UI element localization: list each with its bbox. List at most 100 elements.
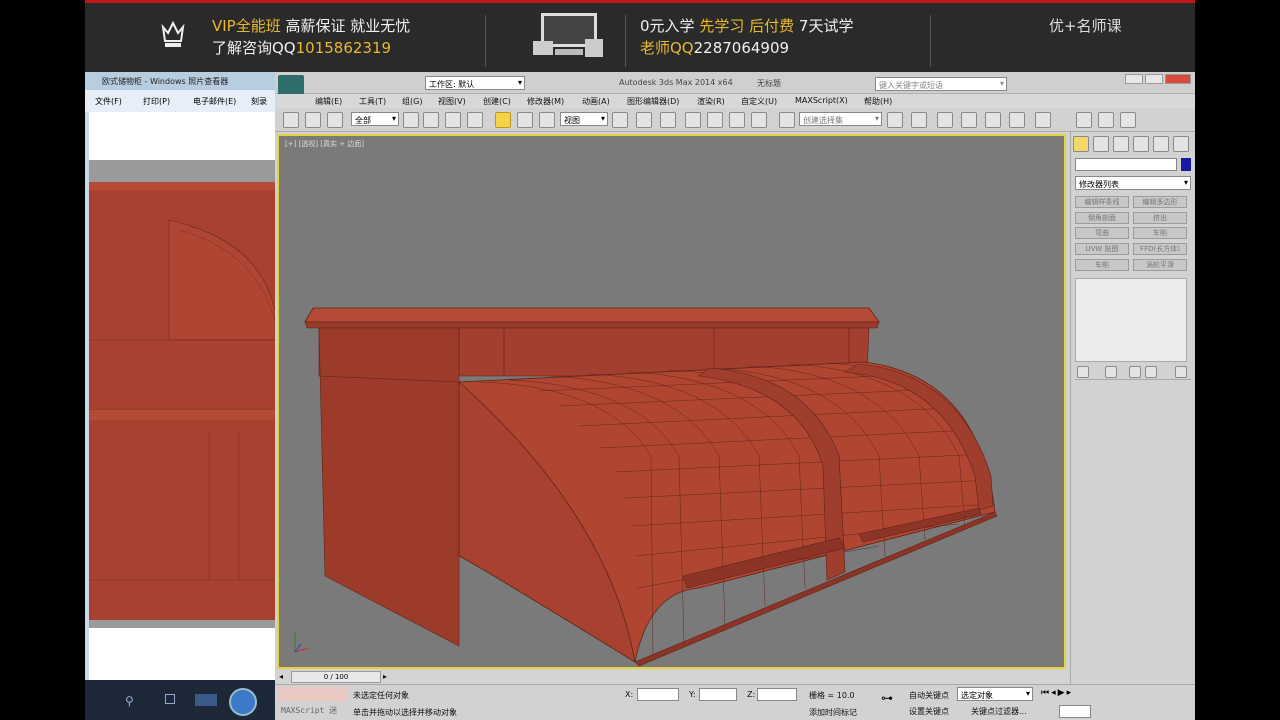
mod-uvw-map[interactable]: UVW 贴图 [1075, 243, 1129, 255]
window-crossing-icon[interactable] [467, 112, 483, 128]
viewer-menu-file[interactable]: 文件(F) [95, 96, 122, 107]
remove-modifier-icon[interactable] [1145, 366, 1157, 378]
viewport-label[interactable]: [+] [透视] [真实 + 边面] [285, 139, 364, 149]
mirror-icon[interactable] [887, 112, 903, 128]
next-frame-icon[interactable]: ▸ [1067, 688, 1074, 698]
menu-animation[interactable]: 动画(A) [582, 96, 610, 107]
key-mode-dropdown[interactable]: 选定对象 [957, 687, 1033, 701]
percent-snap-icon[interactable] [729, 112, 745, 128]
slideshow-button[interactable] [229, 688, 257, 716]
bind-spacewarp-icon[interactable] [327, 112, 343, 128]
mod-edit-spline[interactable]: 编辑样条线 [1075, 196, 1129, 208]
schematic-view-icon[interactable] [1009, 112, 1025, 128]
select-object-icon[interactable] [403, 112, 419, 128]
curve-editor-icon[interactable] [985, 112, 1001, 128]
goto-start-icon[interactable]: ⏮ [1041, 688, 1051, 698]
align-icon[interactable] [911, 112, 927, 128]
select-by-name-icon[interactable] [423, 112, 439, 128]
menu-edit[interactable]: 编辑(E) [315, 96, 342, 107]
snap-icon[interactable] [685, 112, 701, 128]
mod-extrude[interactable]: 挤出 [1133, 212, 1187, 224]
ribbon-icon[interactable] [961, 112, 977, 128]
mod-lathe[interactable]: 车削 [1133, 227, 1187, 239]
viewer-menu-burn[interactable]: 刻录 [251, 96, 267, 107]
create-tab-icon[interactable] [1073, 136, 1089, 152]
minimize-button[interactable] [1125, 74, 1143, 84]
set-key-button[interactable]: 设置关键点 [909, 706, 949, 717]
time-slider[interactable]: ◂ 0 / 100 ▸ [277, 670, 1066, 684]
link-icon[interactable] [283, 112, 299, 128]
motion-tab-icon[interactable] [1133, 136, 1149, 152]
menu-maxscript[interactable]: MAXScript(X) [795, 96, 848, 105]
unlink-icon[interactable] [305, 112, 321, 128]
angle-snap-icon[interactable] [707, 112, 723, 128]
time-next-icon[interactable]: ▸ [383, 672, 387, 681]
menu-group[interactable]: 组(G) [402, 96, 422, 107]
move-icon[interactable] [495, 112, 511, 128]
menu-views[interactable]: 视图(V) [438, 96, 466, 107]
key-icon[interactable]: ⊶ [881, 691, 901, 707]
spinner-snap-icon[interactable] [751, 112, 767, 128]
menu-create[interactable]: 创建(C) [483, 96, 511, 107]
mod-bevel-profile[interactable]: 倒角剖面 [1075, 212, 1129, 224]
z-field[interactable] [757, 688, 797, 701]
menu-rendering[interactable]: 渲染(R) [697, 96, 725, 107]
current-frame-field[interactable] [1059, 705, 1091, 718]
make-unique-icon[interactable] [1129, 366, 1141, 378]
search-input[interactable]: 键入关键字或短语 [875, 77, 1007, 91]
mod-turbosmooth[interactable]: 涡轮平滑 [1133, 259, 1187, 271]
pin-stack-icon[interactable] [1077, 366, 1089, 378]
prev-icon[interactable] [195, 694, 217, 706]
utilities-tab-icon[interactable] [1173, 136, 1189, 152]
modify-tab-icon[interactable] [1093, 136, 1109, 152]
scale-icon[interactable] [539, 112, 555, 128]
select-manipulate-icon[interactable] [636, 112, 652, 128]
reference-coord-dropdown[interactable]: 视图 [560, 112, 608, 126]
pivot-icon[interactable] [612, 112, 628, 128]
mod-ffd-box[interactable]: FFD(长方体) [1133, 243, 1187, 255]
configure-sets-icon[interactable] [1175, 366, 1187, 378]
menu-help[interactable]: 帮助(H) [864, 96, 892, 107]
perspective-viewport[interactable]: [+] [透视] [真实 + 边面] [277, 134, 1066, 669]
rendered-frame-icon[interactable] [1098, 112, 1114, 128]
fit-icon[interactable] [165, 694, 175, 704]
viewer-menu-email[interactable]: 电子邮件(E) [193, 96, 236, 107]
add-time-tag[interactable]: 添加时间标记 [809, 707, 857, 718]
object-color-swatch[interactable] [1181, 158, 1191, 171]
named-selection-set[interactable]: 创建选择集 [799, 112, 882, 126]
layer-manager-icon[interactable] [937, 112, 953, 128]
show-end-result-icon[interactable] [1105, 366, 1117, 378]
close-button[interactable] [1165, 74, 1191, 84]
x-field[interactable] [637, 688, 679, 701]
key-filters-button[interactable]: 关键点过滤器... [971, 706, 1027, 717]
zoom-icon[interactable]: ⚲ [125, 694, 134, 708]
object-name-field[interactable] [1075, 158, 1177, 171]
display-tab-icon[interactable] [1153, 136, 1169, 152]
mod-bend[interactable]: 弯曲 [1075, 227, 1129, 239]
mod-lathe-2[interactable]: 车削 [1075, 259, 1129, 271]
menu-graph-editors[interactable]: 图形编辑器(D) [627, 96, 679, 107]
auto-key-button[interactable]: 自动关键点 [909, 690, 949, 701]
keyboard-shortcut-icon[interactable] [660, 112, 676, 128]
modifier-stack[interactable] [1075, 278, 1187, 362]
edit-named-selection-icon[interactable] [779, 112, 795, 128]
menu-tools[interactable]: 工具(T) [359, 96, 386, 107]
time-prev-icon[interactable]: ◂ [279, 672, 283, 681]
workspace-dropdown[interactable]: 工作区: 默认 [425, 76, 525, 90]
hierarchy-tab-icon[interactable] [1113, 136, 1129, 152]
y-field[interactable] [699, 688, 737, 701]
play-icon[interactable]: ▶ [1058, 688, 1067, 698]
rotate-icon[interactable] [517, 112, 533, 128]
mod-edit-poly[interactable]: 编辑多边形 [1133, 196, 1187, 208]
render-setup-icon[interactable] [1076, 112, 1092, 128]
rect-region-icon[interactable] [445, 112, 461, 128]
menu-customize[interactable]: 自定义(U) [741, 96, 777, 107]
modifier-list[interactable]: 修改器列表 [1075, 176, 1191, 190]
render-production-icon[interactable] [1120, 112, 1136, 128]
time-thumb[interactable]: 0 / 100 [291, 671, 381, 683]
viewer-menu-print[interactable]: 打印(P) [143, 96, 170, 107]
selection-filter[interactable]: 全部 [351, 112, 399, 126]
menu-modifiers[interactable]: 修改器(M) [527, 96, 564, 107]
maximize-button[interactable] [1145, 74, 1163, 84]
maxscript-label[interactable]: MAXScript 迷 [281, 705, 337, 716]
